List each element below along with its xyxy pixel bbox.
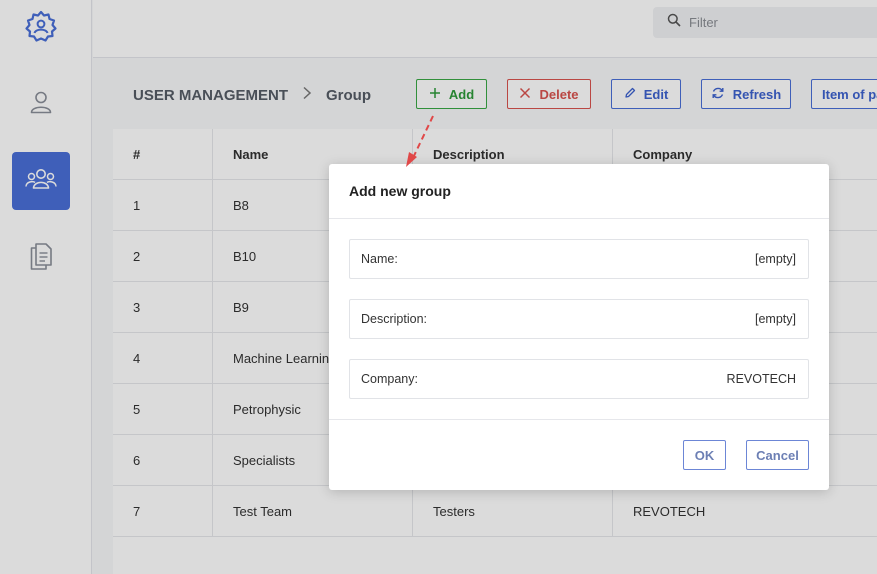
name-field[interactable]: Name: [empty]: [349, 239, 809, 279]
company-field-value[interactable]: REVOTECH: [727, 372, 796, 386]
dialog-divider: [329, 419, 829, 420]
name-field-label: Name:: [361, 252, 398, 266]
name-field-value[interactable]: [empty]: [755, 252, 796, 266]
description-field[interactable]: Description: [empty]: [349, 299, 809, 339]
description-field-label: Description:: [361, 312, 427, 326]
dialog-title: Add new group: [329, 164, 829, 219]
company-field-label: Company:: [361, 372, 418, 386]
company-field[interactable]: Company: REVOTECH: [349, 359, 809, 399]
add-group-dialog: Add new group Name: [empty] Description:…: [329, 164, 829, 490]
description-field-value[interactable]: [empty]: [755, 312, 796, 326]
cancel-button[interactable]: Cancel: [746, 440, 809, 470]
ok-button[interactable]: OK: [683, 440, 726, 470]
